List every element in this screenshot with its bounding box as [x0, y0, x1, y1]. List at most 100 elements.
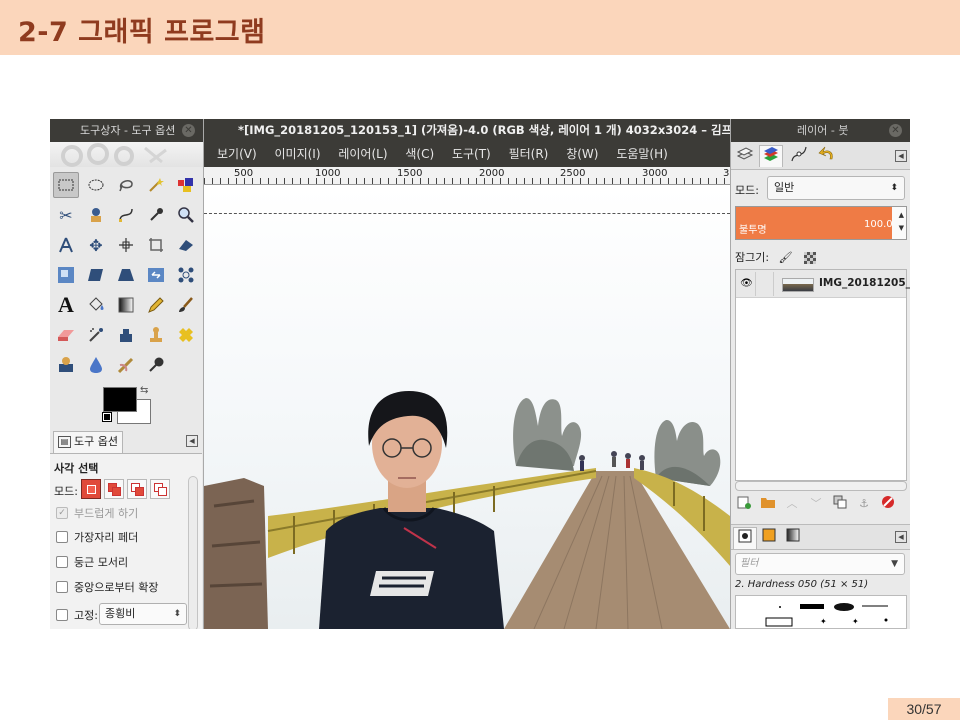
smudge-icon[interactable] — [113, 352, 139, 378]
lock-alpha-icon[interactable] — [804, 252, 817, 264]
tab-layers-icon[interactable] — [733, 145, 757, 167]
close-icon[interactable]: ✕ — [182, 124, 195, 137]
new-layer-icon[interactable] — [735, 495, 753, 513]
zoom-icon[interactable] — [173, 202, 199, 228]
slide-title-bar: 2-7 그래픽 프로그램 — [0, 0, 960, 55]
default-colors-icon[interactable] — [102, 412, 112, 422]
feather-edges-checkbox[interactable]: 가장자리 페더 — [56, 529, 138, 545]
chain-toggle[interactable] — [756, 272, 774, 296]
lasso-icon[interactable] — [113, 172, 139, 198]
menu-filters[interactable]: 필터(R) — [509, 147, 549, 161]
menu-help[interactable]: 도움말(H) — [616, 147, 668, 161]
brush-filter-input[interactable]: 필터 ▼ — [735, 553, 905, 575]
select-by-color-icon[interactable] — [173, 172, 199, 198]
pencil-icon[interactable] — [143, 292, 169, 318]
crop-icon[interactable] — [143, 232, 169, 258]
close-icon[interactable]: ✕ — [889, 124, 902, 137]
rotate-icon[interactable] — [173, 232, 199, 258]
menu-image[interactable]: 이미지(I) — [274, 147, 320, 161]
foreground-select-icon[interactable] — [83, 202, 109, 228]
layers-hscrollbar[interactable] — [735, 481, 907, 491]
duplicate-layer-icon[interactable] — [831, 495, 849, 513]
blur-icon[interactable] — [83, 352, 109, 378]
raise-layer-icon[interactable]: ︿ — [783, 495, 801, 513]
delete-layer-icon[interactable] — [879, 495, 897, 513]
ellipse-select-icon[interactable] — [83, 172, 109, 198]
menu-layer[interactable]: 레이어(L) — [338, 147, 387, 161]
tab-brushes-icon[interactable] — [733, 527, 757, 549]
perspective-clone-icon[interactable] — [53, 352, 79, 378]
scissors-icon[interactable]: ✂ — [53, 202, 79, 228]
bucket-fill-icon[interactable] — [83, 292, 109, 318]
menu-windows[interactable]: 창(W) — [566, 147, 598, 161]
opacity-slider[interactable]: 불투명 100.0 ▲ ▼ — [735, 206, 907, 240]
ruler-label: 3000 — [642, 168, 668, 179]
text-tool-icon[interactable]: A — [53, 292, 79, 318]
dropdown-arrow-icon[interactable]: ▼ — [891, 554, 898, 574]
airbrush-icon[interactable] — [83, 322, 109, 348]
expand-from-center-checkbox[interactable]: 중앙으로부터 확장 — [56, 579, 158, 595]
opacity-spinner-icon[interactable]: ▲ ▼ — [899, 209, 904, 235]
selection-guide-line — [204, 213, 730, 214]
rect-select-icon[interactable] — [53, 172, 79, 198]
tab-patterns-icon[interactable] — [757, 527, 781, 549]
lower-layer-icon[interactable]: ﹀ — [807, 495, 825, 513]
mode-label: 모드: — [54, 485, 78, 498]
paths-icon[interactable] — [113, 202, 139, 228]
cage-transform-icon[interactable] — [173, 262, 199, 288]
heal-icon[interactable] — [173, 322, 199, 348]
scale-icon[interactable] — [53, 262, 79, 288]
layer-row[interactable]: 👁 IMG_20181205_1 — [736, 270, 910, 298]
fixed-checkbox[interactable]: 고정: — [56, 607, 98, 623]
tab-paths-icon[interactable] — [787, 145, 811, 167]
paintbrush-icon[interactable] — [173, 292, 199, 318]
opacity-value: 100.0 — [864, 219, 893, 230]
anchor-layer-icon[interactable]: ⚓ — [855, 495, 873, 513]
new-layer-group-icon[interactable] — [759, 495, 777, 513]
antialiasing-checkbox[interactable]: ✓ 부드럽게 하기 — [56, 505, 138, 521]
dock-menu-icon[interactable]: ◀ — [895, 150, 907, 162]
lock-pixels-icon[interactable]: 🖌 — [779, 251, 793, 264]
spinner-icon: ⬍ — [173, 609, 181, 619]
eraser-icon[interactable] — [53, 322, 79, 348]
brushes-menu-icon[interactable]: ◀ — [895, 531, 907, 543]
ink-icon[interactable] — [113, 322, 139, 348]
mode-subtract-button[interactable] — [127, 479, 147, 499]
ruler-label: 1000 — [315, 168, 341, 179]
eye-icon[interactable]: 👁 — [738, 272, 756, 296]
spinner-icon: ⬍ — [890, 183, 898, 193]
color-picker-icon[interactable] — [143, 202, 169, 228]
swap-colors-icon[interactable]: ⇆ — [140, 385, 148, 396]
clone-icon[interactable] — [143, 322, 169, 348]
mode-add-button[interactable] — [104, 479, 124, 499]
horizontal-ruler[interactable]: 500 1000 1500 2000 2500 3000 3 — [204, 167, 730, 185]
tab-gradients-icon[interactable] — [781, 527, 805, 549]
mode-intersect-button[interactable] — [150, 479, 170, 499]
menu-colors[interactable]: 색(C) — [405, 147, 434, 161]
options-scrollbar[interactable] — [188, 476, 198, 629]
menu-view[interactable]: 보기(V) — [217, 147, 257, 161]
tab-tool-options[interactable]: ▤ 도구 옵션 — [53, 431, 123, 453]
dodge-burn-icon[interactable] — [143, 352, 169, 378]
tab-channels-icon[interactable] — [759, 145, 783, 167]
mode-replace-button[interactable] — [81, 479, 101, 499]
image-canvas[interactable] — [204, 186, 730, 629]
flip-icon[interactable] — [143, 262, 169, 288]
checkbox-label: 고정: — [74, 609, 98, 622]
menu-tools[interactable]: 도구(T) — [452, 147, 491, 161]
blend-icon[interactable] — [113, 292, 139, 318]
perspective-icon[interactable] — [113, 262, 139, 288]
fixed-mode-select[interactable]: 종횡비 ⬍ — [99, 603, 187, 625]
move-icon[interactable]: ✥ — [83, 232, 109, 258]
rounded-corners-checkbox[interactable]: 둥근 모서리 — [56, 554, 128, 570]
tab-undo-history-icon[interactable] — [815, 145, 839, 167]
fuzzy-select-icon[interactable] — [143, 172, 169, 198]
tab-menu-icon[interactable]: ◀ — [186, 435, 198, 447]
measure-icon[interactable] — [53, 232, 79, 258]
align-icon[interactable] — [113, 232, 139, 258]
layer-mode-select[interactable]: 일반 ⬍ — [767, 176, 905, 200]
foreground-color-swatch-top[interactable] — [103, 387, 137, 412]
shear-icon[interactable] — [83, 262, 109, 288]
brush-grid[interactable]: ✦ ✦ — [735, 595, 907, 629]
fixed-mode-value: 종횡비 — [105, 607, 136, 620]
